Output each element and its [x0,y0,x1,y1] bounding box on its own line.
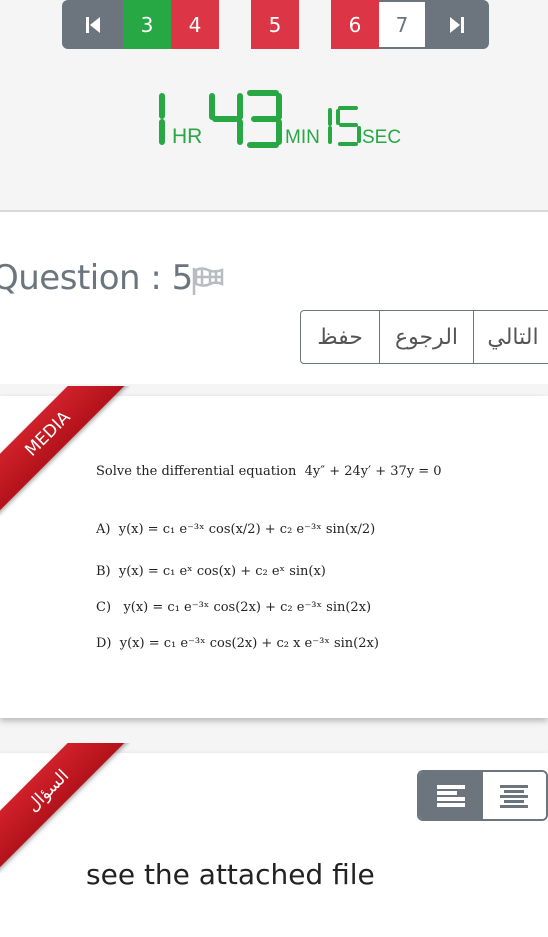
page-button-5[interactable]: 5 [251,0,299,49]
page-label: 6 [348,12,362,37]
question-prompt: Solve the differential equation 4y″ + 24… [96,464,442,479]
question-ribbon: السؤال [0,743,130,873]
countdown-timer: HR MIN SEC [0,86,548,152]
page-button-6[interactable]: 6 [331,0,379,49]
option-c[interactable]: C) y(x) = c₁ e⁻³ˣ cos(2x) + c₂ e⁻³ˣ sin(… [96,600,371,615]
option-letter: B) [96,564,111,579]
align-right-icon [500,784,529,808]
skip-last-icon [450,16,464,33]
align-left-button[interactable] [419,772,483,819]
page-label: 3 [140,12,154,37]
option-text: y(x) = c₁ e⁻³ˣ cos(x/2) + c₂ e⁻³ˣ sin(x/… [118,522,376,537]
option-text: y(x) = c₁ e⁻³ˣ cos(2x) + c₂ x e⁻³ˣ sin(2… [119,636,379,651]
skip-first-icon [85,16,100,33]
page-label: 5 [268,12,282,37]
next-button[interactable]: التالي [474,311,548,363]
option-d[interactable]: D) y(x) = c₁ e⁻³ˣ cos(2x) + c₂ x e⁻³ˣ si… [96,636,379,651]
option-letter: C) [96,600,112,615]
align-left-icon [436,784,465,807]
save-button[interactable]: حفظ [301,311,380,363]
timer-minutes-digits [209,90,282,148]
timer-seconds-digits [328,106,361,146]
question-pagination: 3 4 5 6 7 [0,0,548,49]
timer-minutes-unit: MIN [285,127,320,148]
page-button-4[interactable]: 4 [171,0,219,49]
question-title: Question : 5 [0,258,193,298]
option-text: y(x) = c₁ eˣ cos(x) + c₂ eˣ sin(x) [118,564,326,579]
media-ribbon: MEDIA [0,386,130,516]
last-page-button[interactable] [425,0,489,49]
text-align-toggle [417,770,548,821]
question-ribbon-label: السؤال [0,743,130,873]
page-button-3[interactable]: 3 [123,0,171,49]
option-text: y(x) = c₁ e⁻³ˣ cos(2x) + c₂ e⁻³ˣ sin(2x) [123,600,372,615]
navigation-button-group: حفظ الرجوع التالي [300,310,548,364]
equation-text: 4y″ + 24y′ + 37y = 0 [304,464,442,479]
timer-hours-unit: HR [172,125,202,148]
page-label: 4 [188,12,202,37]
media-ribbon-label: MEDIA [0,386,130,516]
option-b[interactable]: B) y(x) = c₁ eˣ cos(x) + c₂ eˣ sin(x) [96,564,326,579]
option-letter: A) [96,522,111,537]
align-right-button[interactable] [482,772,546,819]
prompt-text: Solve the differential equation [96,464,297,479]
flag-icon[interactable] [190,265,228,297]
back-button[interactable]: الرجوع [380,311,474,363]
option-letter: D) [96,636,112,651]
timer-seconds-unit: SEC [362,127,401,148]
first-page-button[interactable] [62,0,123,49]
option-a[interactable]: A) y(x) = c₁ e⁻³ˣ cos(x/2) + c₂ e⁻³ˣ sin… [96,522,375,537]
page-button-7[interactable]: 7 [379,0,425,49]
question-text: see the attached file [86,858,375,891]
page-label: 7 [395,12,409,37]
